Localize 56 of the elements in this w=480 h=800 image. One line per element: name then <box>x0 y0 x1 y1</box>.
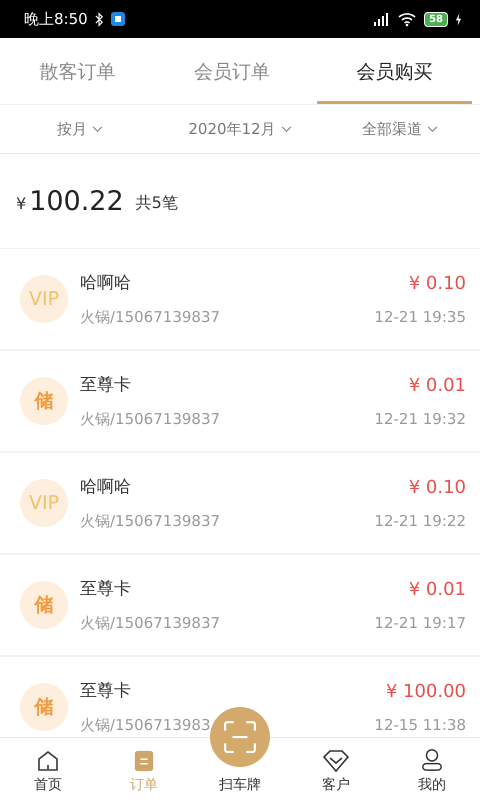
order-name: 至尊卡 <box>80 578 132 600</box>
filter-dropdown[interactable]: 按月 <box>0 105 160 153</box>
filter-dropdown[interactable]: 2020年12月 <box>160 105 320 153</box>
wifi-icon <box>397 11 418 27</box>
chevron-down-icon <box>92 126 103 132</box>
order-name: 哈啊哈 <box>80 476 132 498</box>
order-amount: ¥ 0.10 <box>408 272 466 294</box>
tab[interactable]: 会员订单 <box>154 38 310 104</box>
bluetooth-icon <box>94 12 104 26</box>
total-amount: 100.22 <box>29 186 124 216</box>
order-row[interactable]: 储 至尊卡 火锅/15067139837 ¥ 0.01 12-21 19:17 <box>0 555 480 655</box>
member-badge: 储 <box>20 683 68 731</box>
order-time: 12-21 19:32 <box>374 410 466 428</box>
member-badge: VIP <box>20 479 68 527</box>
app-icon <box>110 12 125 26</box>
nav-tab[interactable]: 首页 <box>0 738 96 800</box>
order-detail: 火锅/1506713983 <box>80 716 212 735</box>
order-row[interactable]: VIP 哈啊哈 火锅/15067139837 ¥ 0.10 12-21 19:35 <box>0 249 480 349</box>
charging-icon <box>455 12 462 26</box>
order-detail: 火锅/15067139837 <box>80 614 222 633</box>
order-time: 12-21 19:22 <box>374 512 466 530</box>
scan-icon <box>223 720 257 754</box>
nav-tab[interactable]: 客户 <box>288 738 384 800</box>
battery-icon: 58 <box>424 12 448 26</box>
order-row[interactable]: VIP 哈啊哈 火锅/15067139837 ¥ 0.10 12-21 19:22 <box>0 453 480 553</box>
home-icon <box>36 749 60 773</box>
chevron-down-icon <box>280 126 292 132</box>
member-badge: VIP <box>20 275 68 323</box>
order-time: 12-21 19:35 <box>374 308 466 326</box>
document-icon <box>133 749 155 773</box>
chevron-down-icon <box>427 126 438 132</box>
order-detail: 火锅/15067139837 <box>80 410 222 429</box>
order-detail: 火锅/15067139837 <box>80 512 222 531</box>
order-time: 12-15 11:38 <box>374 716 466 734</box>
member-badge: 储 <box>20 581 68 629</box>
member-badge: 储 <box>20 377 68 425</box>
person-icon <box>421 747 443 773</box>
filter-dropdown[interactable]: 全部渠道 <box>320 105 480 153</box>
nav-tab[interactable]: 我的 <box>384 738 480 800</box>
order-name: 至尊卡 <box>80 374 132 396</box>
order-amount: ¥ 0.01 <box>408 578 466 600</box>
order-amount: ¥ 0.10 <box>408 476 466 498</box>
tab[interactable]: 散客订单 <box>0 38 155 104</box>
order-amount: ¥ 0.01 <box>408 374 466 396</box>
status-time: 晚上8:50 <box>24 10 88 28</box>
nav-tab[interactable]: 扫车牌 <box>219 776 261 794</box>
currency-sign: ¥ <box>16 194 26 212</box>
order-name: 哈啊哈 <box>80 272 132 294</box>
order-name: 至尊卡 <box>80 680 132 702</box>
order-time: 12-21 19:17 <box>374 614 466 632</box>
order-row[interactable]: 储 至尊卡 火锅/15067139837 ¥ 0.01 12-21 19:32 <box>0 351 480 451</box>
order-amount: ¥ 100.00 <box>386 680 466 702</box>
diamond-icon <box>322 749 350 773</box>
order-detail: 火锅/15067139837 <box>80 308 222 327</box>
order-row[interactable]: 储 至尊卡 火锅/1506713983 ¥ 100.00 12-15 11:38 <box>0 657 480 737</box>
order-count: 共5笔 <box>136 192 178 214</box>
